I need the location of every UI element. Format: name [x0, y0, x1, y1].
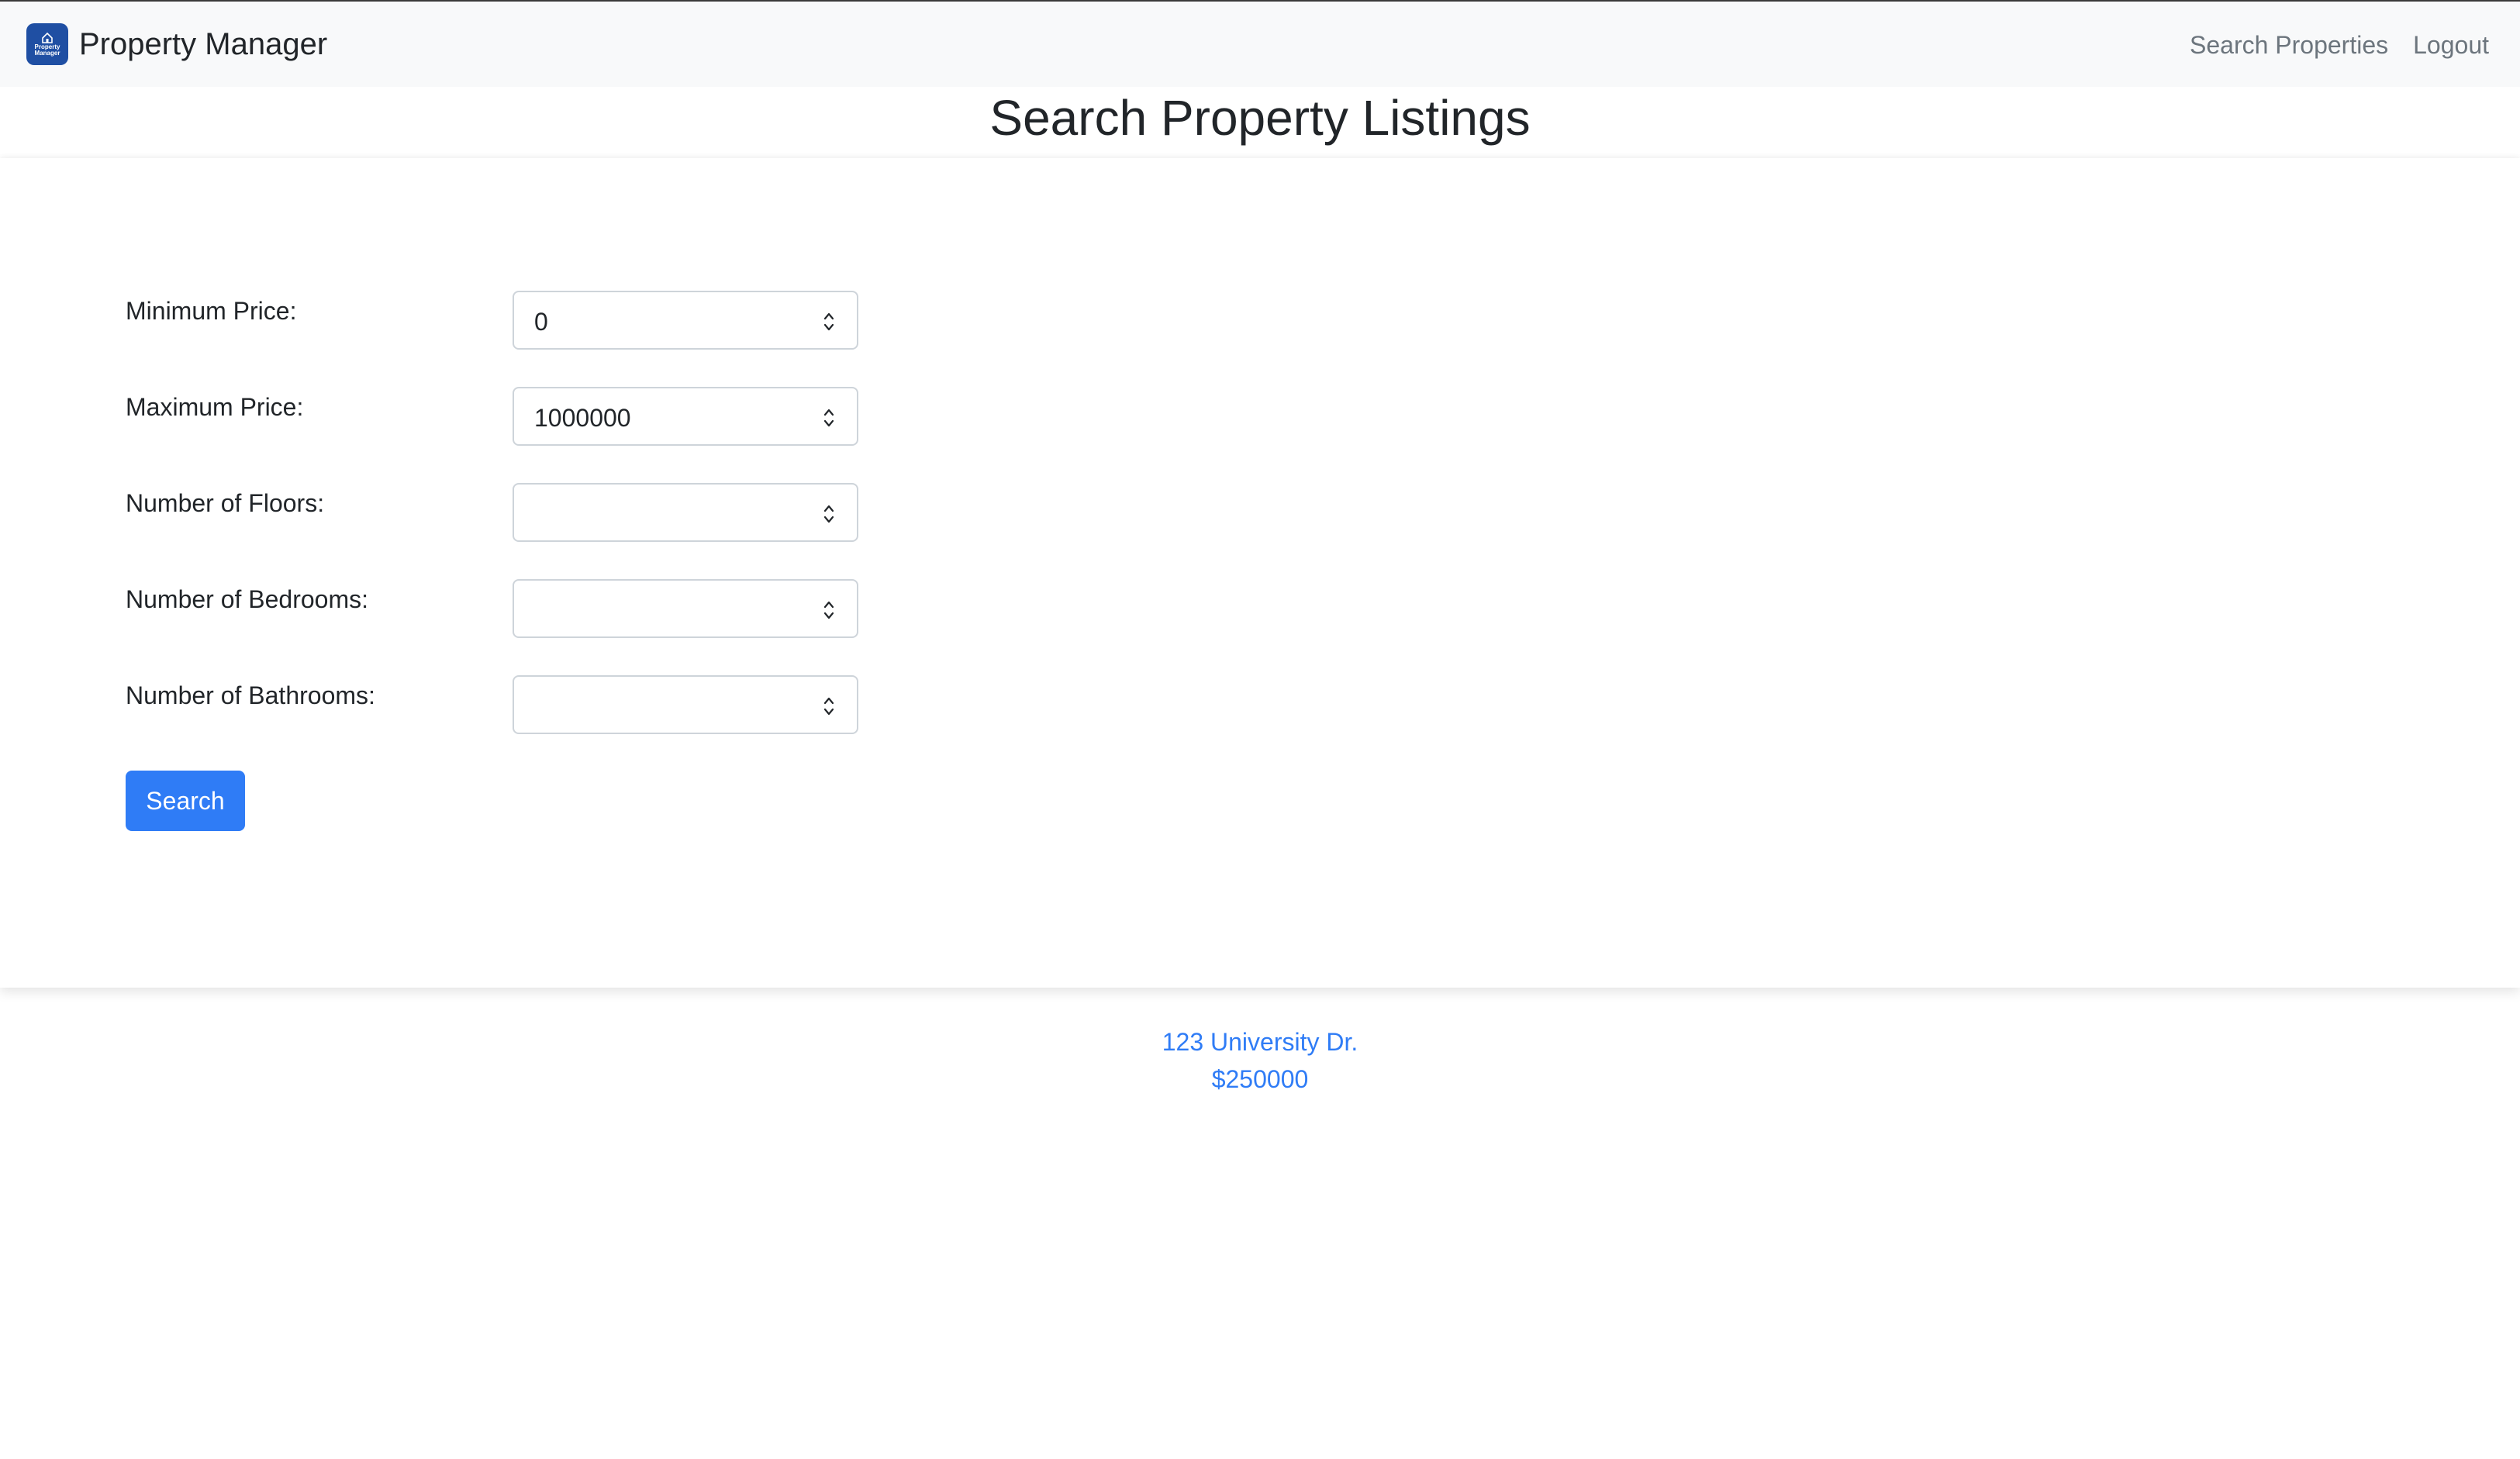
floors-row: Number of Floors: [126, 483, 862, 542]
min-price-label: Minimum Price: [126, 297, 297, 325]
min-price-input[interactable]: 0 [513, 291, 858, 350]
bathrooms-input[interactable] [513, 675, 858, 734]
min-price-value: 0 [534, 308, 548, 336]
nav-link-logout[interactable]: Logout [2413, 23, 2489, 67]
search-button[interactable]: Search [126, 771, 245, 831]
page-title: Search Property Listings [989, 90, 1531, 146]
result-address-link[interactable]: 123 University Dr. [0, 1023, 2520, 1061]
top-navbar: Property Manager Property Manager Search… [0, 0, 2520, 87]
max-price-input[interactable]: 1000000 [513, 387, 858, 446]
floors-input[interactable] [513, 483, 858, 542]
max-price-value: 1000000 [534, 404, 631, 432]
bedrooms-input[interactable] [513, 579, 858, 638]
bedrooms-row: Number of Bedrooms: [126, 579, 862, 638]
nav-links: Search Properties Logout [2190, 23, 2489, 67]
nav-link-search-properties[interactable]: Search Properties [2190, 23, 2388, 67]
house-icon [42, 32, 53, 43]
brand-logo: Property Manager [26, 23, 68, 65]
brand-link[interactable]: Property Manager Property Manager [26, 22, 327, 67]
number-spinner-icon[interactable] [821, 596, 837, 624]
brand-name: Property Manager [79, 27, 328, 61]
max-price-label: Maximum Price: [126, 393, 304, 421]
search-form-card: Minimum Price: 0 Maximum Price: 1000000 … [0, 158, 2520, 988]
bathrooms-row: Number of Bathrooms: [126, 675, 862, 734]
bathrooms-label: Number of Bathrooms: [126, 681, 375, 709]
min-price-row: Minimum Price: 0 [126, 291, 862, 350]
bedrooms-label: Number of Bedrooms: [126, 585, 369, 613]
result-price-link[interactable]: $250000 [0, 1061, 2520, 1098]
brand-logo-text: Property Manager [34, 43, 60, 57]
number-spinner-icon[interactable] [821, 500, 837, 528]
max-price-row: Maximum Price: 1000000 [126, 387, 862, 446]
floors-label: Number of Floors: [126, 489, 325, 517]
search-result: 123 University Dr. $250000 [0, 1023, 2520, 1098]
number-spinner-icon[interactable] [821, 404, 837, 432]
number-spinner-icon[interactable] [821, 692, 837, 720]
number-spinner-icon[interactable] [821, 308, 837, 336]
